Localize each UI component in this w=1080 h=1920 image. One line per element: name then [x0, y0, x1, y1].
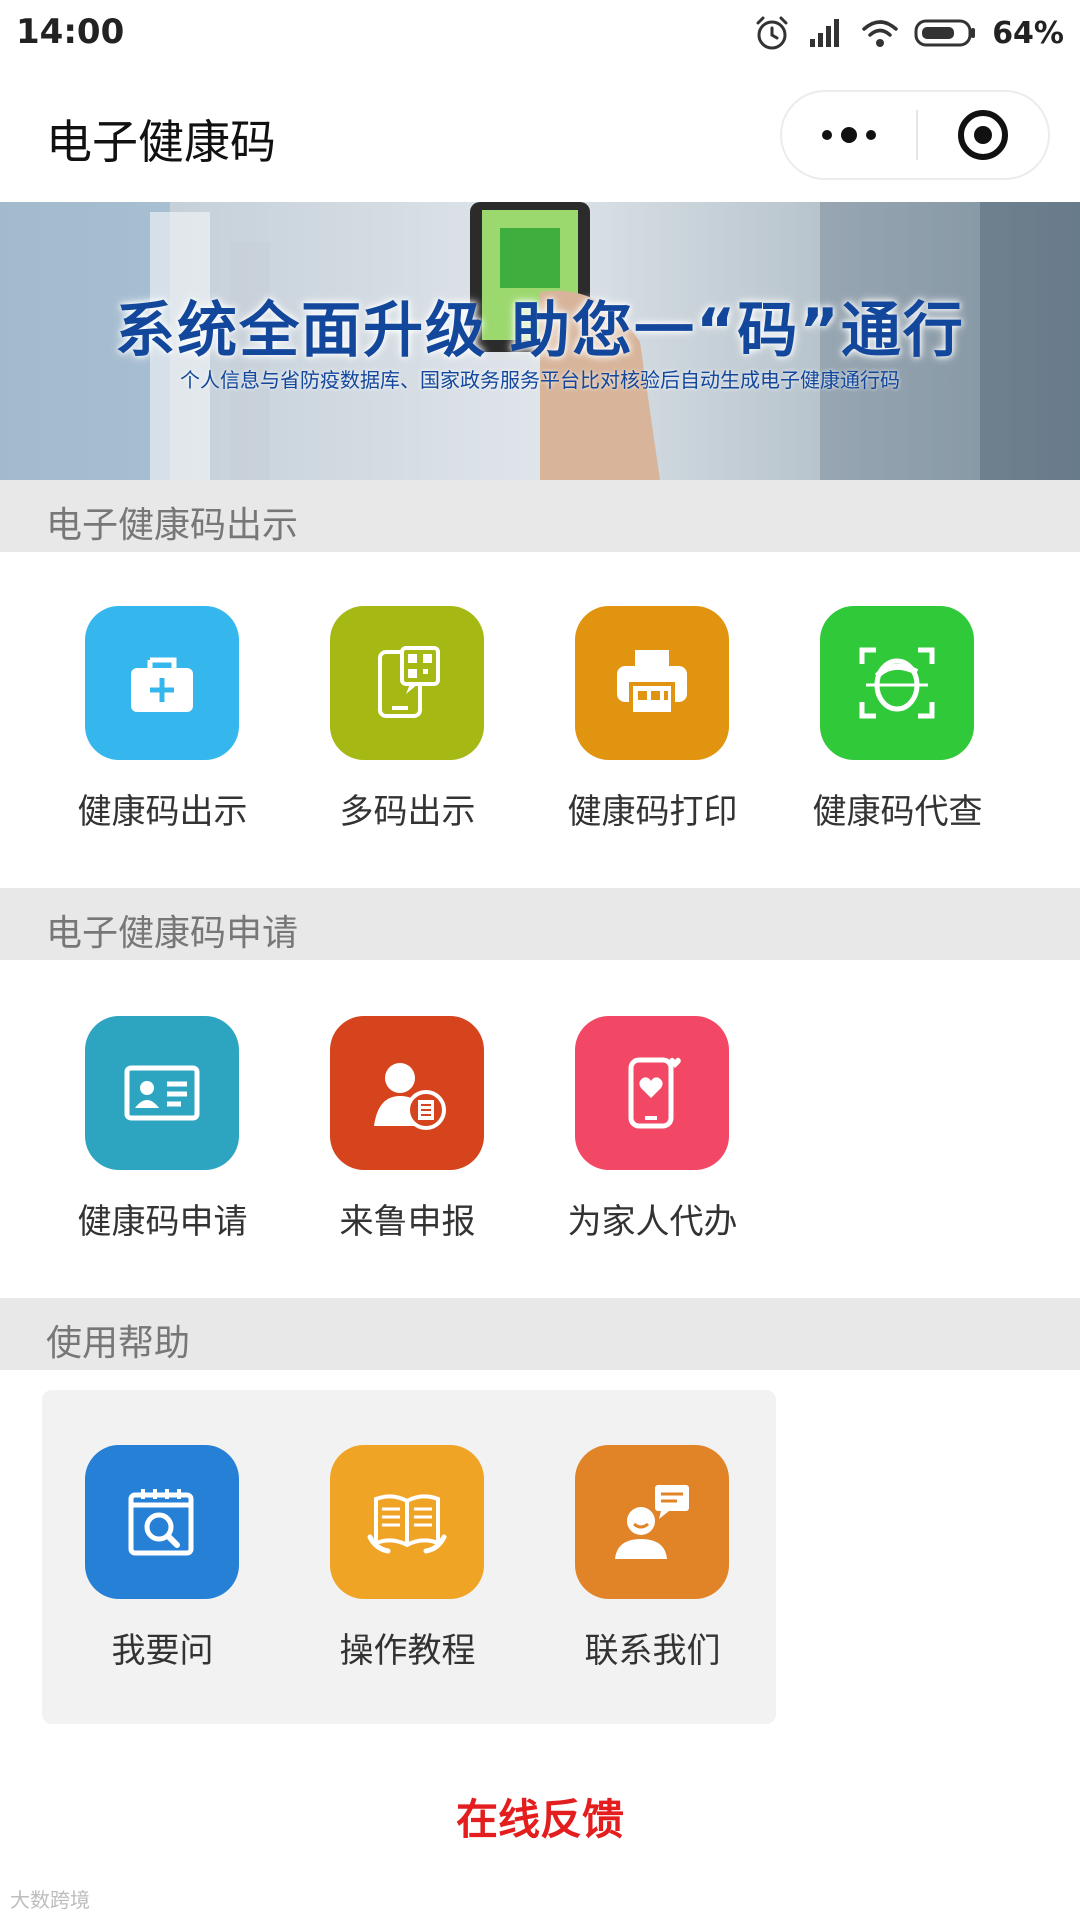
- signal-icon: [810, 19, 840, 47]
- phone-heart-icon: [575, 1016, 729, 1170]
- ask-question-button[interactable]: 我要问: [25, 1445, 270, 1675]
- person-document-icon: [330, 1016, 484, 1170]
- face-scan-icon: [820, 606, 974, 760]
- section-title: 使用帮助: [46, 1323, 191, 1364]
- health-code-apply-button[interactable]: 健康码申请: [25, 1016, 270, 1246]
- health-code-show-button[interactable]: 健康码出示: [25, 606, 270, 836]
- tutorial-button[interactable]: 操作教程: [270, 1445, 515, 1675]
- section-title: 电子健康码申请: [46, 913, 299, 954]
- promo-banner[interactable]: 系统全面升级 助您一“码”通行 个人信息与省防疫数据库、国家政务服务平台比对核验…: [0, 202, 1080, 480]
- open-book-icon: [330, 1445, 484, 1599]
- target-close-icon: [958, 110, 1008, 160]
- banner-subtitle: 个人信息与省防疫数据库、国家政务服务平台比对核验后自动生成电子健康通行码: [180, 368, 900, 392]
- calendar-search-icon: [85, 1445, 239, 1599]
- page-title: 电子健康码: [46, 115, 276, 169]
- customer-service-icon: [575, 1445, 729, 1599]
- item-label: 健康码代查: [812, 792, 983, 832]
- contact-us-button[interactable]: 联系我们: [515, 1445, 760, 1675]
- online-feedback-link[interactable]: 在线反馈: [0, 1786, 1080, 1847]
- section-title: 电子健康码出示: [46, 505, 299, 546]
- battery-percent: 64%: [992, 15, 1064, 51]
- family-proxy-button[interactable]: 为家人代办: [515, 1016, 760, 1246]
- item-label: 多码出示: [339, 792, 476, 832]
- section-header-apply: 电子健康码申请: [0, 888, 1080, 960]
- section-header-show: 电子健康码出示: [0, 480, 1080, 552]
- health-code-proxy-check-button[interactable]: 健康码代查: [760, 606, 1005, 836]
- arrival-declaration-button[interactable]: 来鲁申报: [270, 1016, 515, 1246]
- close-button[interactable]: [918, 92, 1048, 178]
- item-label: 健康码申请: [77, 1202, 248, 1242]
- section-header-help: 使用帮助: [0, 1298, 1080, 1370]
- status-bar: 14:00 64%: [0, 0, 1080, 66]
- mini-program-capsule: [780, 90, 1050, 180]
- medical-kit-icon: [85, 606, 239, 760]
- more-button[interactable]: [782, 92, 916, 178]
- battery-icon: [914, 19, 976, 47]
- id-card-icon: [85, 1016, 239, 1170]
- status-time: 14:00: [16, 12, 125, 52]
- printer-icon: [575, 606, 729, 760]
- health-code-print-button[interactable]: 健康码打印: [515, 606, 760, 836]
- item-label: 健康码出示: [77, 792, 248, 832]
- nav-bar: 电子健康码: [0, 66, 1080, 202]
- status-icons: 64%: [752, 10, 1064, 56]
- item-label: 我要问: [111, 1631, 214, 1671]
- item-label: 联系我们: [584, 1631, 721, 1671]
- phone-qr-icon: [330, 606, 484, 760]
- item-label: 操作教程: [339, 1631, 476, 1671]
- wifi-icon: [862, 20, 898, 47]
- watermark: 大数跨境: [10, 1888, 90, 1912]
- item-label: 来鲁申报: [339, 1202, 476, 1242]
- item-label: 健康码打印: [567, 792, 738, 832]
- banner-headline: 系统全面升级 助您一“码”通行: [115, 296, 965, 366]
- alarm-icon: [756, 16, 788, 50]
- item-label: 为家人代办: [567, 1202, 738, 1242]
- multi-code-show-button[interactable]: 多码出示: [270, 606, 515, 836]
- more-dots-icon: [822, 127, 876, 143]
